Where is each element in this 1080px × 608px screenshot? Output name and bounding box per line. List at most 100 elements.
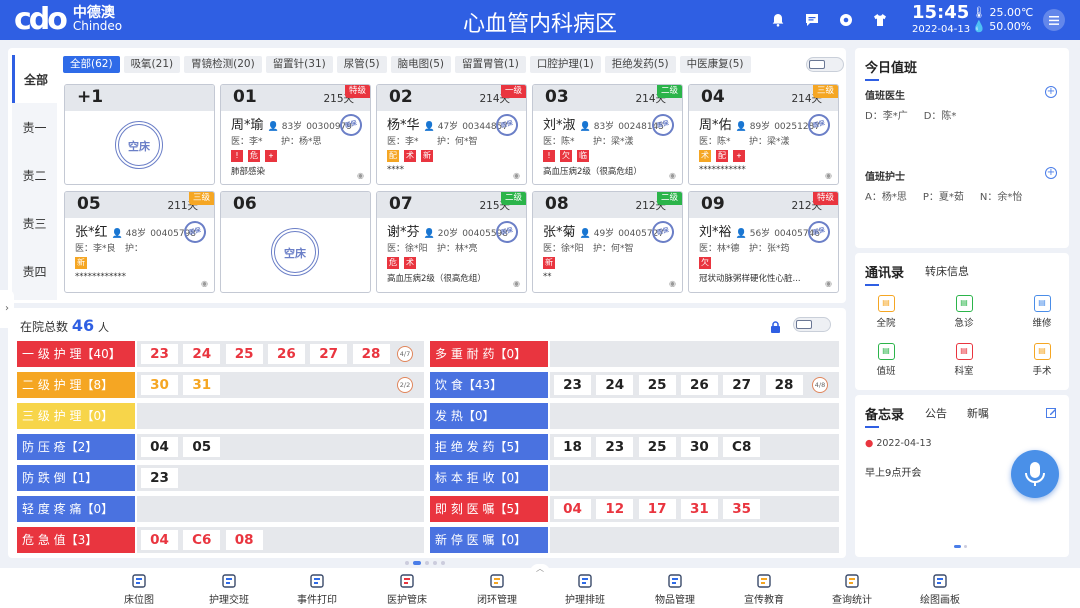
- filter-tab[interactable]: 拒绝发药(5): [604, 56, 676, 73]
- side-tab[interactable]: 责四: [12, 247, 57, 295]
- filter-tab[interactable]: 中医康复(5): [679, 56, 751, 73]
- stat-row[interactable]: 危 急 值【3】 04 C6 08: [17, 527, 424, 553]
- add-nurse-button[interactable]: +: [1045, 167, 1057, 179]
- stat-row[interactable]: 标 本 拒 收【0】: [430, 465, 839, 491]
- microphone-icon[interactable]: [1011, 450, 1059, 498]
- side-tab[interactable]: 责三: [12, 199, 57, 247]
- bottom-nav-item[interactable]: 宣传教育: [729, 573, 799, 606]
- bed-chip[interactable]: 24: [596, 375, 634, 395]
- bottom-nav-item[interactable]: 护理排班: [550, 573, 620, 606]
- eye-icon[interactable]: ◉: [825, 279, 832, 288]
- bed-chip[interactable]: 23: [554, 375, 591, 395]
- stat-row[interactable]: 防 跌 倒【1】 23: [17, 465, 424, 491]
- bed-chip[interactable]: 35: [723, 499, 761, 519]
- bed-chip[interactable]: 23: [141, 344, 178, 364]
- contact-shortcut[interactable]: ▤ 值班: [861, 343, 911, 377]
- bed-chip[interactable]: 27: [310, 344, 348, 364]
- bed-chip[interactable]: 12: [596, 499, 634, 519]
- chevron-up-icon[interactable]: ︿: [530, 564, 550, 574]
- bottom-nav-item[interactable]: 床位图: [104, 573, 174, 606]
- settings-icon[interactable]: [836, 10, 856, 30]
- bottom-nav-item[interactable]: 物品管理: [640, 573, 710, 606]
- stat-row[interactable]: 发 热【0】: [430, 403, 839, 429]
- menu-icon[interactable]: [1043, 9, 1065, 31]
- contact-shortcut[interactable]: ▤ 手术: [1017, 343, 1067, 377]
- bottom-nav-item[interactable]: 护理交班: [194, 573, 264, 606]
- stat-row[interactable]: 防 压 疮【2】 04 05: [17, 434, 424, 460]
- bed-card[interactable]: 03 214天 二级 刘*淑 👤 83岁 00248145 医：陈* 护：梁*漾! 欠临高血压病2…: [532, 84, 683, 185]
- page-indicator[interactable]: 2/2: [397, 377, 413, 393]
- bed-chip[interactable]: 25: [225, 344, 263, 364]
- bed-card[interactable]: 01 215天 特级 周*瑜 👤 83岁 00300979 医：李* 护：杨*思! 危 ᚐ 肺部感染医…: [220, 84, 371, 185]
- bed-card[interactable]: 07 215天 二级 谢*芬 👤 20岁 00405598 医：徐*阳 护：林*亮危术高血压病2…: [376, 191, 527, 293]
- notice-tab[interactable]: 公告: [925, 405, 947, 421]
- bed-chip[interactable]: 31: [183, 375, 221, 395]
- view-toggle[interactable]: [806, 57, 844, 72]
- bed-chip[interactable]: C6: [183, 530, 221, 550]
- filter-tab[interactable]: 吸氧(21): [123, 56, 181, 73]
- eye-icon[interactable]: ◉: [825, 171, 832, 180]
- bed-chip[interactable]: 28: [352, 344, 390, 364]
- bottom-nav-item[interactable]: 事件打印: [282, 573, 352, 606]
- stat-row[interactable]: 拒 绝 发 药【5】 18 23 25 30 C8: [430, 434, 839, 460]
- filter-tab[interactable]: 留置胃管(1): [455, 56, 526, 73]
- bed-chip[interactable]: C8: [723, 437, 761, 457]
- filter-tab[interactable]: 脑电图(5): [390, 56, 451, 73]
- eye-icon[interactable]: ◉: [513, 171, 520, 180]
- bed-chip[interactable]: 30: [141, 375, 178, 395]
- eye-icon[interactable]: ◉: [513, 279, 520, 288]
- bed-transfer-tab[interactable]: 转床信息: [925, 263, 969, 279]
- stat-row[interactable]: 一 级 护 理【40】 23 24 25 26 27 28 4/7: [17, 341, 424, 367]
- bed-card[interactable]: 05 211天 三级 张*红 👤 48岁 00405798 医：李*良 护：新 *********…: [64, 191, 215, 293]
- bed-card[interactable]: 04 214天 三级 周*佑 👤 89岁 00251287 医：陈* 护：梁*漾术配 ᚐ *****…: [688, 84, 839, 185]
- contact-shortcut[interactable]: ▤ 科室: [939, 343, 989, 377]
- stat-row[interactable]: 即 刻 医 嘱【5】 04 12 17 31 35: [430, 496, 839, 522]
- bed-chip[interactable]: 25: [638, 437, 676, 457]
- filter-tab[interactable]: 全部(62): [63, 56, 120, 73]
- side-tab[interactable]: 全部: [12, 55, 57, 103]
- stat-row[interactable]: 多 重 耐 药【0】: [430, 341, 839, 367]
- bell-icon[interactable]: [768, 10, 788, 30]
- chat-icon[interactable]: [802, 10, 822, 30]
- stat-row[interactable]: 三 级 护 理【0】: [17, 403, 424, 429]
- stat-row[interactable]: 二 级 护 理【8】 30 31 2/2: [17, 372, 424, 398]
- contacts-tab[interactable]: 通讯录: [865, 262, 904, 281]
- contact-shortcut[interactable]: ▤ 维修: [1017, 295, 1067, 329]
- stats-view-toggle[interactable]: [793, 317, 831, 332]
- bottom-nav-item[interactable]: 查询统计: [817, 573, 887, 606]
- bed-card[interactable]: 09 212天 特级 刘*裕 👤 56岁 00405746 医：林*德 护：张*筠欠冠状动脉粥样…: [688, 191, 839, 293]
- bed-chip[interactable]: 26: [680, 375, 718, 395]
- side-tab[interactable]: 责一: [12, 103, 57, 151]
- bed-chip[interactable]: 08: [225, 530, 263, 550]
- bed-chip[interactable]: 30: [680, 437, 718, 457]
- bed-card[interactable]: +1 空床: [64, 84, 215, 185]
- bed-chip[interactable]: 27: [723, 375, 761, 395]
- bed-chip[interactable]: 25: [638, 375, 676, 395]
- new-order-tab[interactable]: 新嘱: [967, 405, 989, 421]
- bed-card[interactable]: 02 214天 一级 杨*华 👤 47岁 00344857 医：李* 护：何*智配术新 **** 医…: [376, 84, 527, 185]
- bed-chip[interactable]: 28: [765, 375, 803, 395]
- bed-chip[interactable]: 24: [183, 344, 221, 364]
- stat-row[interactable]: 轻 度 疼 痛【0】: [17, 496, 424, 522]
- contact-shortcut[interactable]: ▤ 全院: [861, 295, 911, 329]
- shirt-icon[interactable]: [870, 10, 890, 30]
- eye-icon[interactable]: ◉: [669, 279, 676, 288]
- bed-card[interactable]: 06 空床: [220, 191, 371, 293]
- filter-tab[interactable]: 尿管(5): [336, 56, 387, 73]
- filter-tab[interactable]: 留置针(31): [265, 56, 333, 73]
- page-indicator[interactable]: 4/7: [397, 346, 413, 362]
- eye-icon[interactable]: ◉: [201, 279, 208, 288]
- bed-chip[interactable]: 23: [141, 468, 178, 488]
- memo-tab[interactable]: 备忘录: [865, 404, 904, 423]
- bed-chip[interactable]: 05: [183, 437, 221, 457]
- bed-chip[interactable]: 31: [680, 499, 718, 519]
- bed-chip[interactable]: 26: [267, 344, 305, 364]
- page-indicator[interactable]: 4/8: [812, 377, 828, 393]
- stat-row[interactable]: 饮 食【43】 23 24 25 26 27 28 4/8: [430, 372, 839, 398]
- bed-chip[interactable]: 04: [554, 499, 591, 519]
- filter-tab[interactable]: 胃镜检测(20): [184, 56, 262, 73]
- stat-row[interactable]: 新 停 医 嘱【0】: [430, 527, 839, 553]
- bed-chip[interactable]: 04: [141, 530, 178, 550]
- lock-icon[interactable]: [770, 318, 782, 333]
- bed-chip[interactable]: 04: [141, 437, 178, 457]
